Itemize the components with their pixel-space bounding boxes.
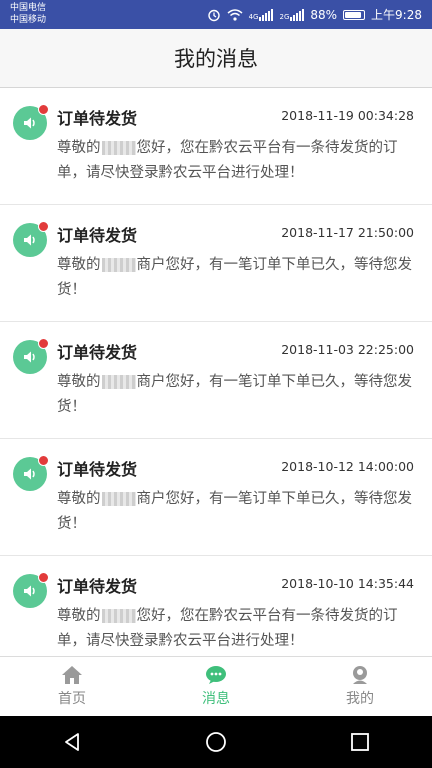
tab-profile[interactable]: 我的 [288,657,432,716]
message-title: 订单待发货 [57,109,138,128]
tab-home[interactable]: 首页 [0,657,144,716]
home-circle-icon[interactable] [205,731,227,753]
carrier-1: 中国电信 [10,3,47,13]
message-time: 2018-11-19 00:34:28 [281,108,414,123]
message-body: 尊敬的 商户您好，有一笔订单下单已久，等待您发货！ [57,370,417,420]
redacted-name [101,375,136,389]
speaker-icon [13,221,49,257]
redacted-name [101,492,136,506]
message-list[interactable]: 订单待发货 2018-11-19 00:34:28 尊敬的 您好，您在黔农云平台有… [0,88,432,656]
body-prefix: 尊敬的 [57,140,101,156]
signal-2: 2G [279,8,305,21]
tab-label: 首页 [58,691,86,707]
unread-dot [38,221,49,232]
message-time: 2018-11-17 21:50:00 [281,225,414,240]
network-type-2: 2G [279,12,290,21]
body-prefix: 尊敬的 [57,257,101,273]
message-title: 订单待发货 [57,577,138,596]
speaker-icon [13,338,49,374]
message-title: 订单待发货 [57,460,138,479]
unread-dot [38,455,49,466]
clock: 上午9:28 [371,8,422,22]
speaker-icon [13,572,49,608]
body-prefix: 尊敬的 [57,491,101,507]
message-body: 尊敬的 商户您好，有一笔订单下单已久，等待您发货！ [57,253,417,303]
message-item[interactable]: 订单待发货 2018-10-10 14:35:44 尊敬的 您好，您在黔农云平台有… [0,556,432,656]
status-icons: 4G 2G 88% 上午9:28 [207,6,422,23]
carrier-2: 中国移动 [10,15,47,25]
network-type-1: 4G [248,12,259,21]
message-item[interactable]: 订单待发货 2018-11-17 21:50:00 尊敬的 商户您好，有一笔订单下… [0,205,432,322]
carrier-labels: 中国电信 中国移动 [10,2,46,26]
page-title: 我的消息 [174,47,258,71]
message-title: 订单待发货 [57,226,138,245]
message-item[interactable]: 订单待发货 2018-11-03 22:25:00 尊敬的 商户您好，有一笔订单下… [0,322,432,439]
battery-percent: 88% [310,7,338,22]
message-body: 尊敬的 您好，您在黔农云平台有一条待发货的订单，请尽快登录黔农云平台进行处理！ [57,604,417,654]
system-nav-bar [0,716,432,768]
unread-dot [38,572,49,583]
unread-dot [38,104,49,115]
message-time: 2018-10-12 14:00:00 [281,459,414,474]
speaker-icon [13,104,49,140]
tab-label: 消息 [202,691,230,707]
redacted-name [101,141,136,155]
tab-label: 我的 [346,691,374,707]
message-body: 尊敬的 您好，您在黔农云平台有一条待发货的订单，请尽快登录黔农云平台进行处理！ [57,136,417,186]
wifi-icon [227,8,243,21]
message-time: 2018-11-03 22:25:00 [281,342,414,357]
tab-messages[interactable]: 消息 [144,657,288,716]
message-time: 2018-10-10 14:35:44 [281,576,414,591]
signal-bars-icon [290,8,305,21]
message-item[interactable]: 订单待发货 2018-11-19 00:34:28 尊敬的 您好，您在黔农云平台有… [0,88,432,205]
message-item[interactable]: 订单待发货 2018-10-12 14:00:00 尊敬的 商户您好，有一笔订单下… [0,439,432,556]
alarm-icon [207,9,220,21]
signal-bars-icon [259,8,274,21]
redacted-name [101,258,136,272]
bottom-tab-bar: 首页 消息 我的 [0,656,432,716]
back-icon[interactable] [61,731,83,753]
user-icon [353,666,367,684]
body-prefix: 尊敬的 [57,608,101,624]
recents-icon[interactable] [349,731,371,753]
page-header: 我的消息 [0,29,432,88]
redacted-name [101,609,136,623]
body-prefix: 尊敬的 [57,374,101,390]
chat-icon [206,666,226,684]
speaker-icon [13,455,49,491]
message-body: 尊敬的 商户您好，有一笔订单下单已久，等待您发货！ [57,487,417,537]
status-bar: 中国电信 中国移动 4G 2G 88% 上午9:28 [0,0,432,29]
message-title: 订单待发货 [57,343,138,362]
home-icon [62,666,82,684]
signal-1: 4G [248,8,274,21]
battery-icon [343,9,366,20]
unread-dot [38,338,49,349]
